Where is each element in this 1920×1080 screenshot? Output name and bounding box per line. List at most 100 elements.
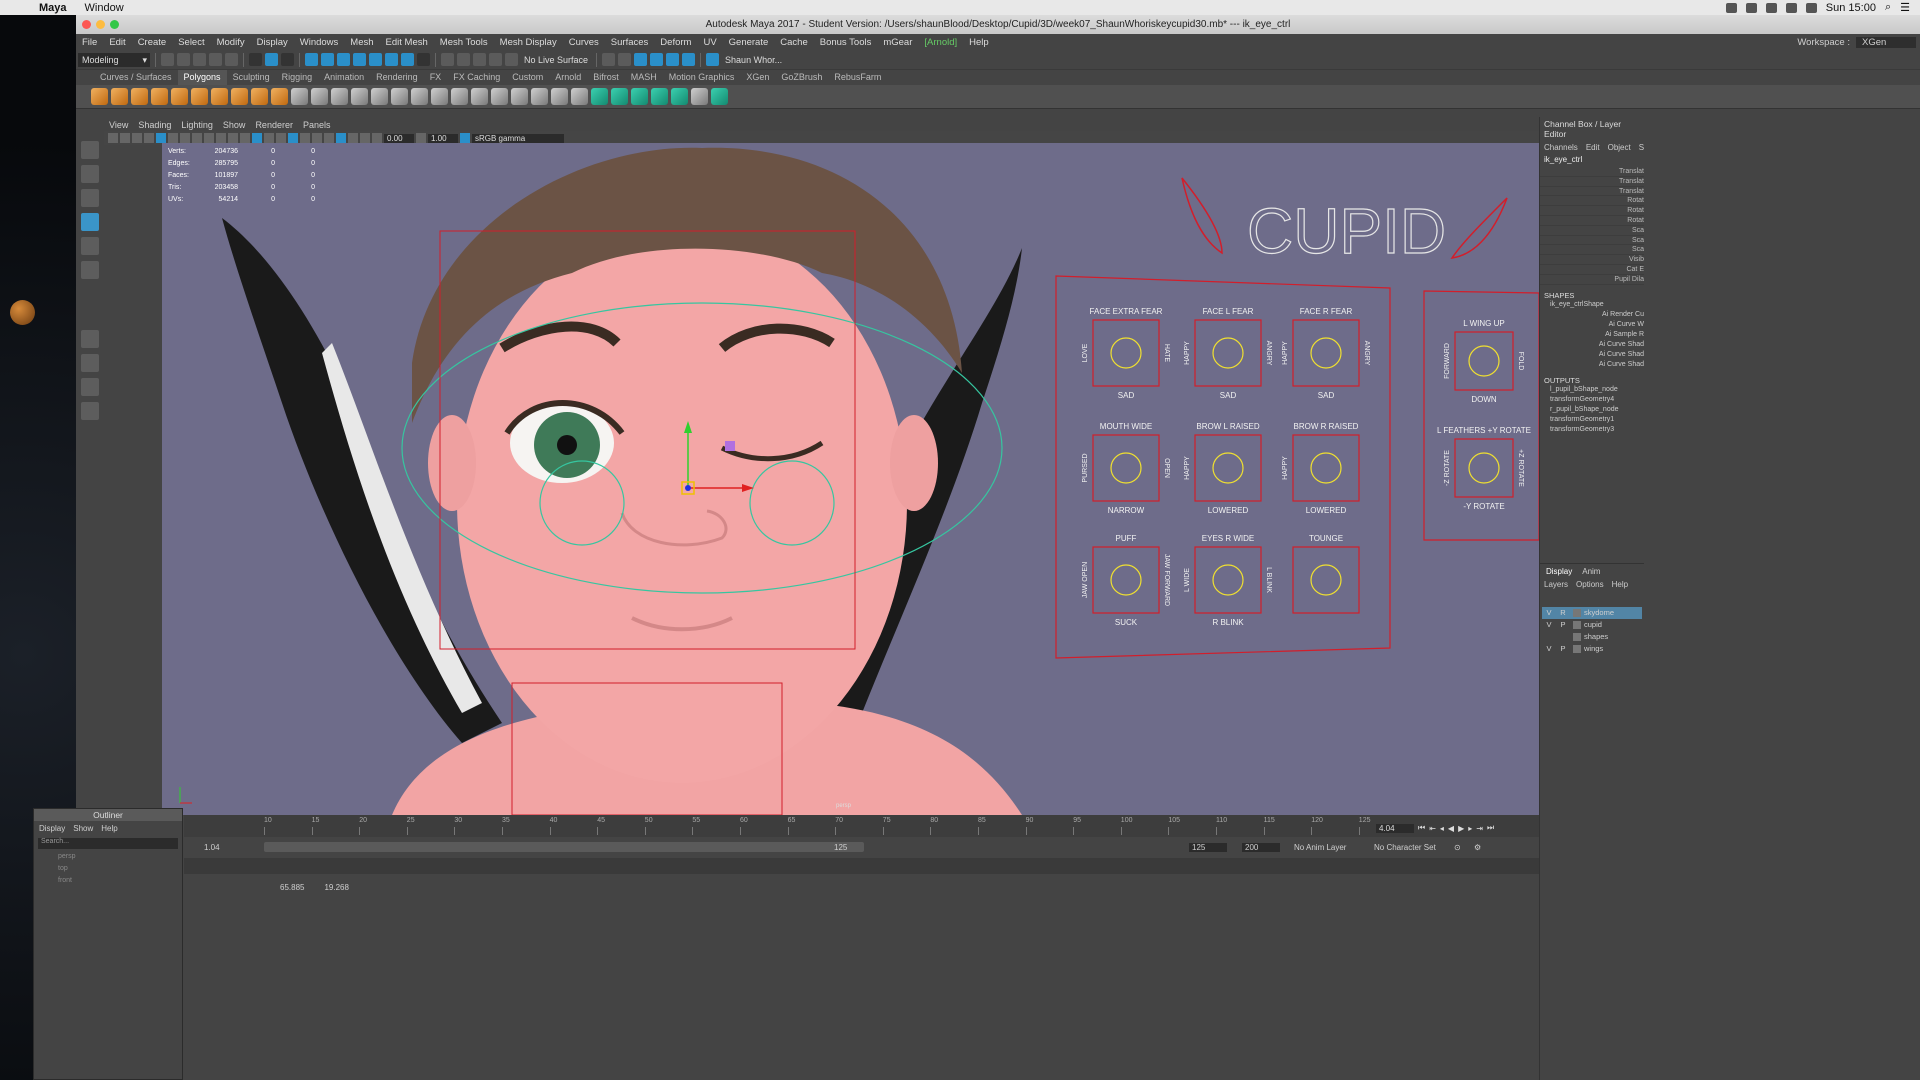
outliner-menu-display[interactable]: Display xyxy=(39,824,65,833)
current-frame-field[interactable]: 4.04 xyxy=(1376,823,1414,833)
snap-curve-icon[interactable] xyxy=(457,53,470,66)
view-transform-dropdown[interactable]: sRGB gamma xyxy=(472,133,564,143)
layer-color-swatch[interactable] xyxy=(1573,608,1581,617)
layer-tab-anim[interactable]: Anim xyxy=(1582,567,1600,576)
display-layer-row[interactable]: V Pcupid xyxy=(1542,619,1642,631)
xray-icon[interactable] xyxy=(348,133,358,143)
channel-menu-object[interactable]: Object xyxy=(1608,143,1631,152)
panel-menu-panels[interactable]: Panels xyxy=(298,120,336,130)
go-to-start-icon[interactable]: ⏮ xyxy=(1418,823,1425,833)
slider-handle[interactable] xyxy=(1468,345,1500,377)
slider-handle[interactable] xyxy=(1212,337,1244,369)
film-gate-icon[interactable] xyxy=(168,133,178,143)
shelf-tab-xgen[interactable]: XGen xyxy=(740,70,775,85)
channel-attribute[interactable]: Rotat xyxy=(1540,206,1644,216)
channel-attribute[interactable]: Sca xyxy=(1540,236,1644,246)
channel-attribute[interactable]: Translat xyxy=(1540,177,1644,187)
layer-name[interactable]: cupid xyxy=(1584,620,1602,629)
wireframe-icon[interactable] xyxy=(240,133,250,143)
outliner-item[interactable]: persp xyxy=(34,851,182,863)
menu-surfaces[interactable]: Surfaces xyxy=(605,37,655,48)
channel-attribute[interactable]: Rotat xyxy=(1540,216,1644,226)
time-slider[interactable]: 10 15 20 25 30 35 40 45 50 55 60 65 70 75 80 85 90 95 100 1… xyxy=(184,815,1539,837)
shape-attribute[interactable]: Ai Curve W xyxy=(1540,320,1644,330)
select-joint-icon[interactable] xyxy=(321,53,334,66)
channel-attribute[interactable]: Sca xyxy=(1540,245,1644,256)
poly-text-icon[interactable] xyxy=(251,88,268,105)
save-scene-icon[interactable] xyxy=(193,53,206,66)
layer-visibility-toggle[interactable]: V xyxy=(1542,620,1556,629)
select-dynamic-icon[interactable] xyxy=(385,53,398,66)
menu-select[interactable]: Select xyxy=(172,37,210,48)
uv-cylindrical-icon[interactable] xyxy=(611,88,628,105)
select-hierarchy-icon[interactable] xyxy=(249,53,262,66)
mac-window-menu[interactable]: Window xyxy=(76,2,133,14)
menu-mesh[interactable]: Mesh xyxy=(344,37,379,48)
extrude-icon[interactable] xyxy=(391,88,408,105)
redo-icon[interactable] xyxy=(225,53,238,66)
shelf-tab-custom[interactable]: Custom xyxy=(506,70,549,85)
step-back-frame-icon[interactable]: ◂ xyxy=(1440,824,1444,833)
menu-uv[interactable]: UV xyxy=(697,37,722,48)
display-layer-row[interactable]: V Rskydome xyxy=(1542,606,1642,619)
layer-menu-layers[interactable]: Layers xyxy=(1544,580,1568,589)
menu-mesh-display[interactable]: Mesh Display xyxy=(494,37,563,48)
range-slider-bar[interactable] xyxy=(264,842,864,852)
offset-loop-icon[interactable] xyxy=(531,88,548,105)
menu-display[interactable]: Display xyxy=(251,37,294,48)
menu-bonus-tools[interactable]: Bonus Tools xyxy=(814,37,878,48)
ambient-occlusion-icon[interactable] xyxy=(324,133,334,143)
channel-menu-edit[interactable]: Edit xyxy=(1586,143,1600,152)
mac-app-menu[interactable]: Maya xyxy=(30,2,76,14)
mirror-icon[interactable] xyxy=(371,88,388,105)
auto-key-icon[interactable]: ⊙ xyxy=(1454,843,1461,852)
shelf-tab-motion-graphics[interactable]: Motion Graphics xyxy=(663,70,741,85)
dropbox-icon[interactable] xyxy=(1745,2,1757,13)
shape-attribute[interactable]: Ai Curve Shad xyxy=(1540,350,1644,360)
menu-set-dropdown[interactable]: Modeling xyxy=(78,52,150,67)
slider-handle[interactable] xyxy=(1468,452,1500,484)
snap-grid-icon[interactable] xyxy=(441,53,454,66)
shelf-tab-mash[interactable]: MASH xyxy=(625,70,663,85)
layer-name[interactable]: skydome xyxy=(1584,608,1614,617)
shape-attribute[interactable]: Ai Curve Shad xyxy=(1540,340,1644,350)
smooth-icon[interactable] xyxy=(331,88,348,105)
shape-node-name[interactable]: ik_eye_ctrlShape xyxy=(1540,300,1644,310)
gamma-field[interactable]: 1.00 xyxy=(428,133,458,143)
layer-tab-display[interactable]: Display xyxy=(1546,567,1572,576)
move-tool-icon[interactable] xyxy=(81,213,99,231)
color-management-icon[interactable] xyxy=(460,133,470,143)
shelf-tab-rendering[interactable]: Rendering xyxy=(370,70,424,85)
shadows-icon[interactable] xyxy=(312,133,322,143)
new-scene-icon[interactable] xyxy=(161,53,174,66)
menu-create[interactable]: Create xyxy=(132,37,173,48)
resolution-gate-icon[interactable] xyxy=(180,133,190,143)
shelf-tab-fx-caching[interactable]: FX Caching xyxy=(447,70,506,85)
anim-layer-dropdown[interactable]: No Anim Layer xyxy=(1294,843,1346,852)
uv-toolkit-icon[interactable] xyxy=(711,88,728,105)
scale-tool-icon[interactable] xyxy=(81,261,99,279)
bookmark-icon[interactable] xyxy=(132,133,142,143)
multi-cut-icon[interactable] xyxy=(451,88,468,105)
poly-plane-icon[interactable] xyxy=(191,88,208,105)
persp-outliner-icon[interactable] xyxy=(81,378,99,396)
layer-visibility-toggle[interactable]: V xyxy=(1542,608,1556,617)
menu-modify[interactable]: Modify xyxy=(211,37,251,48)
layer-name[interactable]: wings xyxy=(1584,644,1603,653)
render-frame-icon[interactable] xyxy=(634,53,648,66)
menu-arnold[interactable]: [Arnold] xyxy=(918,37,963,48)
uv-editor-icon[interactable] xyxy=(691,88,708,105)
select-object-icon[interactable] xyxy=(265,53,278,66)
output-node[interactable]: transformGeometry4 xyxy=(1540,395,1644,405)
poly-torus-icon[interactable] xyxy=(171,88,188,105)
layer-name[interactable]: shapes xyxy=(1584,632,1608,641)
rotate-tool-icon[interactable] xyxy=(81,237,99,255)
display-icon[interactable] xyxy=(1765,2,1777,13)
exposure-field[interactable]: 0.00 xyxy=(384,133,414,143)
workspace-selector[interactable]: Workspace : XGen xyxy=(1797,34,1916,50)
lock-icon[interactable] xyxy=(417,53,430,66)
panel-menu-renderer[interactable]: Renderer xyxy=(250,120,298,130)
outliner-search-input[interactable]: Search... xyxy=(38,838,178,849)
channel-menu-channels[interactable]: Channels xyxy=(1544,143,1578,152)
output-node[interactable]: l_pupil_bShape_node xyxy=(1540,385,1644,395)
